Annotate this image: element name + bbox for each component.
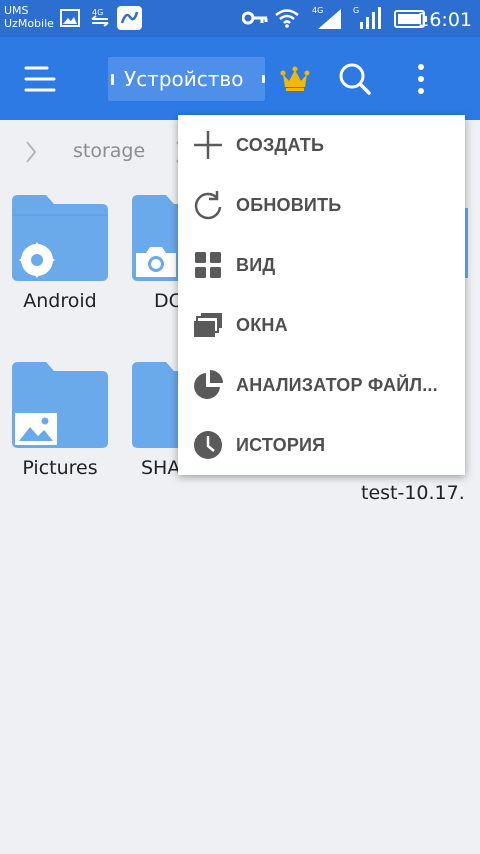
carrier-name: UMS UzMobile — [4, 4, 54, 30]
svg-text:G: G — [353, 6, 359, 15]
crown-icon — [280, 66, 310, 91]
menu-item-label: ИСТОРИЯ — [236, 434, 326, 455]
app-notification-icon — [117, 6, 142, 30]
carrier-line-2: UzMobile — [4, 17, 54, 30]
signal-icon-sim1: 4G — [312, 6, 341, 29]
path-grip-right — [262, 75, 265, 83]
menu-item-label: ВИД — [236, 254, 276, 275]
signal-icon-sim2: G — [353, 6, 381, 29]
key-icon — [242, 11, 268, 25]
gallery-notification-icon — [60, 9, 80, 27]
menu-item-label: СОЗДАТЬ — [236, 134, 325, 155]
premium-button[interactable] — [275, 37, 315, 120]
location-label: Устройство — [124, 67, 244, 91]
file-label-partial: test-10.17. — [361, 482, 465, 504]
breadcrumb-segment-storage[interactable]: storage — [73, 140, 145, 162]
plus-icon — [194, 131, 222, 159]
drawer-menu-button[interactable] — [18, 37, 62, 120]
menu-item-history[interactable]: ИСТОРИЯ — [178, 415, 465, 475]
gear-icon — [19, 242, 55, 278]
menu-item-windows[interactable]: ОКНА — [178, 295, 465, 355]
app-toolbar: Устройство — [0, 37, 480, 120]
location-selector[interactable]: Устройство — [108, 57, 265, 101]
windows-icon — [194, 313, 222, 337]
menu-item-create[interactable]: СОЗДАТЬ — [178, 115, 465, 175]
menu-item-file-analyzer[interactable]: АНАЛИЗАТОР ФАЙЛ... — [178, 355, 465, 415]
wifi-icon — [275, 9, 299, 28]
data-transfer-icon: 4G — [91, 8, 109, 27]
pie-chart-icon — [194, 370, 223, 399]
camera-icon — [136, 247, 176, 277]
svg-text:4G: 4G — [92, 8, 103, 17]
search-icon — [339, 63, 371, 95]
folder-item-pictures[interactable]: Pictures — [0, 362, 120, 492]
menu-item-refresh[interactable]: ОБНОВИТЬ — [178, 175, 465, 235]
overflow-menu: СОЗДАТЬ ОБНОВИТЬ ВИД ОКНА АНАЛИЗАТОР ФАЙ… — [178, 115, 465, 475]
menu-item-label: ОКНА — [236, 314, 288, 335]
folder-label: Pictures — [22, 457, 98, 479]
chevron-right-icon — [26, 141, 37, 163]
clock-icon — [194, 431, 222, 459]
svg-text:4G: 4G — [312, 6, 323, 15]
clock: 16:01 — [417, 9, 472, 31]
folder-icon-partial — [464, 208, 468, 278]
search-button[interactable] — [333, 37, 377, 120]
image-icon — [15, 413, 57, 445]
menu-item-view[interactable]: ВИД — [178, 235, 465, 295]
more-vertical-icon — [418, 63, 424, 94]
carrier-line-1: UMS — [4, 4, 29, 17]
hamburger-icon — [24, 66, 56, 91]
overflow-menu-button[interactable] — [405, 37, 437, 120]
menu-item-label: ОБНОВИТЬ — [236, 194, 342, 215]
grid-view-icon — [195, 252, 221, 278]
folder-label: Android — [23, 290, 97, 312]
refresh-icon — [194, 191, 222, 220]
status-bar: UMS UzMobile 4G 4G G 16:01 — [0, 0, 480, 37]
menu-item-label: АНАЛИЗАТОР ФАЙЛ... — [236, 374, 438, 395]
folder-item-android[interactable]: Android — [0, 195, 120, 325]
path-grip-left — [111, 73, 114, 85]
